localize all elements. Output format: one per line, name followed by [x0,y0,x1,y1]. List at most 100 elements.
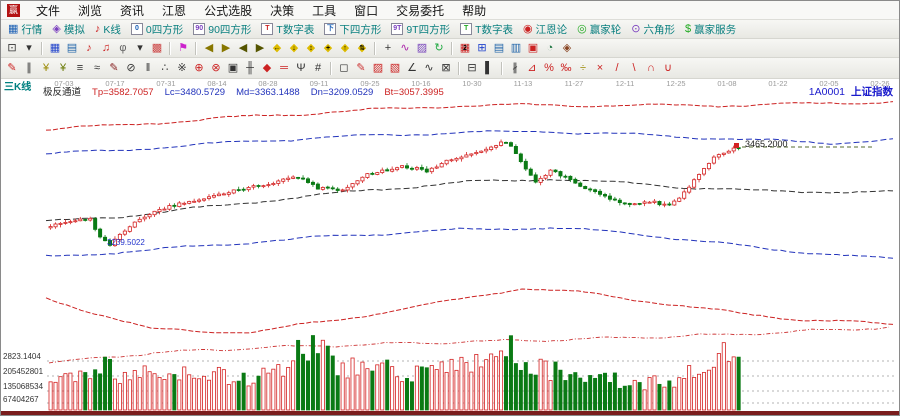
golden-section-icon[interactable]: ÷ [575,61,591,76]
trend-line-up-icon[interactable]: / [609,61,625,76]
tool-quotes[interactable]: ▦行情 [4,21,46,38]
tool-square-9t[interactable]: 9T9T四方形 [387,21,454,38]
trend-line-down-icon[interactable]: \ [626,61,642,76]
menu-tools[interactable]: 工具 [303,0,345,21]
channel-tool-icon[interactable]: ‖ [140,61,156,76]
pen-tool-icon[interactable]: ✎ [4,61,20,76]
delete-line-icon[interactable]: × [592,61,608,76]
bar-measure-icon[interactable]: ▌ [481,61,497,76]
freehand-icon[interactable]: ✎ [353,61,369,76]
shade-region-icon[interactable]: ▨ [370,61,386,76]
candle-style-icon[interactable]: φ [115,41,131,56]
first-bar-icon[interactable]: ◀ [201,41,217,56]
chart-area[interactable]: 07-0307-1707-3108-1408-2809-1109-2510-16… [1,79,899,415]
pan-left-icon[interactable]: ◆← [269,41,285,56]
menu-browse[interactable]: 浏览 [69,0,111,21]
wave-tool-icon[interactable]: ≈ [89,61,105,76]
pie-analysis-icon[interactable]: ◔ [542,41,558,56]
refresh-icon[interactable]: ↻ [431,41,447,56]
parallel-lines-icon[interactable]: ∦ [507,61,523,76]
tool-t-number-table[interactable]: TT数字表 [257,21,318,38]
arc-tool-icon[interactable]: ∩ [643,61,659,76]
style-dropdown-icon[interactable]: ▾ [132,41,148,56]
fork-line-icon[interactable]: Ψ [293,61,309,76]
price-band-1-icon[interactable]: ¥ [38,61,54,76]
marker-pen-icon[interactable]: ✎ [106,61,122,76]
menu-file[interactable]: 文件 [27,0,69,21]
overlay-indicator-icon[interactable]: ∿ [397,41,413,56]
tool-square-0-icon: 0 [131,23,143,35]
menu-formula-stock-pick[interactable]: 公式选股 [195,0,261,21]
board-view-icon[interactable]: ▩ [149,41,165,56]
save-layout-icon[interactable]: ▣ [525,41,541,56]
new-window-icon[interactable]: ⊡ [4,41,20,56]
toolbar-separator [41,42,43,55]
tool-winner-wheel[interactable]: ◎赢家轮 [573,21,625,38]
fit-vertical-icon[interactable]: ◆↕ [303,41,319,56]
grid-tool-icon[interactable]: ╫ [242,61,258,76]
tool-winner-service-label: 赢家服务 [694,22,736,37]
info-panel-icon[interactable]: ▤ [64,41,80,56]
quote-grid-icon[interactable]: ▦ [47,41,63,56]
prev-bar-icon[interactable]: ◀ [235,41,251,56]
menu-decision[interactable]: 决策 [261,0,303,21]
multi-chart-icon[interactable]: ▨ [414,41,430,56]
menu-window[interactable]: 窗口 [345,0,387,21]
cycle-line-icon[interactable]: ∿ [421,61,437,76]
crosshair-tool-icon[interactable]: + [380,41,396,56]
tool-t-number-table-2[interactable]: TT数字表 [456,21,517,38]
angle-measure-icon[interactable]: ⊿ [524,61,540,76]
calculator-icon[interactable]: ⊞ [474,41,490,56]
vertical-lines-icon[interactable]: ∥ [21,61,37,76]
resistance-line-icon[interactable]: ═ [276,61,292,76]
data-list-icon[interactable]: ▤ [491,41,507,56]
tools-misc-icon[interactable]: ◈ [559,41,575,56]
pan-up-icon[interactable]: ◆↑ [337,41,353,56]
menu-gann[interactable]: 江恩 [153,0,195,21]
hatch-region-icon[interactable]: ▧ [387,61,403,76]
minute-chart-icon[interactable]: ♫ [98,41,114,56]
rect-select-icon[interactable]: ◻ [336,61,352,76]
menu-info[interactable]: 资讯 [111,0,153,21]
percent-retrace-icon[interactable]: % [541,61,557,76]
menu-help[interactable]: 帮助 [453,0,495,21]
report-list-icon[interactable]: ▥ [508,41,524,56]
tool-simulation[interactable]: ◈模拟 [48,21,88,38]
star-mark-icon[interactable]: ※ [174,61,190,76]
collapse-panel-icon[interactable]: ⊟ [464,61,480,76]
calendar-icon[interactable]: ▦2 [457,41,473,56]
horizontal-lines-icon[interactable]: ≡ [72,61,88,76]
pane-tab-3kline[interactable]: 三K线 [4,83,31,93]
gann-circle-icon[interactable]: ⊗ [208,61,224,76]
tool-kline-label: K线 [103,22,121,37]
next-bar-icon[interactable]: ▶ [252,41,268,56]
circle-tool-icon[interactable]: ⊘ [123,61,139,76]
zoom-out-icon[interactable]: ◆↓ [286,41,302,56]
flag-mark-icon[interactable]: ⚑ [175,41,191,56]
box-tool-icon[interactable]: ▣ [225,61,241,76]
window-dropdown-icon[interactable]: ▾ [21,41,37,56]
menu-trade-order[interactable]: 交易委托 [387,0,453,21]
arc-tool-2-icon[interactable]: ∪ [660,61,676,76]
tool-winner-service[interactable]: $赢家服务 [681,21,740,38]
gann-fan-icon[interactable]: ⊕ [191,61,207,76]
restore-view-icon[interactable]: ◆⇅ [354,41,370,56]
permille-retrace-icon[interactable]: ‰ [558,61,574,76]
price-band-2-icon[interactable]: ¥ [55,61,71,76]
toolbar-separator [458,62,460,75]
erase-tool-icon[interactable]: ⊠ [438,61,454,76]
tool-down-square[interactable]: 下下四方形 [320,21,385,38]
main-chart-svg[interactable] [1,79,899,415]
tool-kline[interactable]: ♪K线 [91,21,125,38]
last-bar-icon[interactable]: ▶ [218,41,234,56]
zoom-in-icon[interactable]: ◆+ [320,41,336,56]
tool-hexagon[interactable]: ⊙六角形 [627,21,679,38]
tool-square-0[interactable]: 00四方形 [127,21,187,38]
tool-gann-wheel[interactable]: ◉江恩论 [519,21,571,38]
pivot-mark-icon[interactable]: ◆ [259,61,275,76]
hash-grid-icon[interactable]: # [310,61,326,76]
angle-tool-icon[interactable]: ∠ [404,61,420,76]
dot-cluster-icon[interactable]: ∴ [157,61,173,76]
tool-square-90[interactable]: 9090四方形 [189,21,255,38]
tick-chart-icon[interactable]: ♪ [81,41,97,56]
